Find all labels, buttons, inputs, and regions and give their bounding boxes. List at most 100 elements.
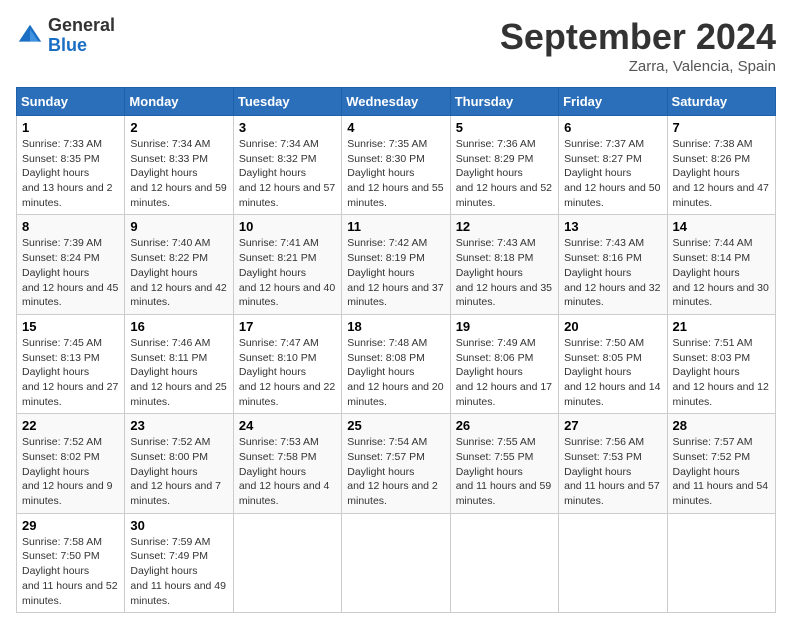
table-row: 21 Sunrise: 7:51 AMSunset: 8:03 PMDayligh… (667, 314, 775, 413)
day-info: Sunrise: 7:51 AMSunset: 8:03 PMDaylight … (673, 336, 770, 409)
month-title: September 2024 (500, 16, 776, 58)
day-number: 1 (22, 120, 119, 135)
day-info: Sunrise: 7:40 AMSunset: 8:22 PMDaylight … (130, 236, 227, 309)
table-row: 16Sunrise: 7:46 AMSunset: 8:11 PMDayligh… (125, 314, 233, 413)
table-row: 24 Sunrise: 7:53 AMSunset: 7:58 PMDayligh… (233, 414, 341, 513)
day-info: Sunrise: 7:39 AMSunset: 8:24 PMDaylight … (22, 236, 119, 309)
day-info: Sunrise: 7:43 AMSunset: 8:16 PMDaylight … (564, 236, 661, 309)
table-row (450, 513, 558, 612)
table-row: 18 Sunrise: 7:48 AMSunset: 8:08 PMDayligh… (342, 314, 450, 413)
day-number: 18 (347, 319, 444, 334)
day-number: 24 (239, 418, 336, 433)
calendar-table: Sunday Monday Tuesday Wednesday Thursday… (16, 87, 776, 613)
day-info: Sunrise: 7:50 AMSunset: 8:05 PMDaylight … (564, 336, 661, 409)
table-row: 23 Sunrise: 7:52 AMSunset: 8:00 PMDayligh… (125, 414, 233, 513)
title-section: September 2024 Zarra, Valencia, Spain (500, 16, 776, 75)
day-info: Sunrise: 7:58 AMSunset: 7:50 PMDaylight … (22, 535, 119, 608)
col-saturday: Saturday (667, 88, 775, 116)
col-monday: Monday (125, 88, 233, 116)
table-row: 6Sunrise: 7:37 AMSunset: 8:27 PMDaylight… (559, 116, 667, 215)
day-info: Sunrise: 7:34 AMSunset: 8:33 PMDaylight … (130, 137, 227, 210)
day-number: 5 (456, 120, 553, 135)
day-number: 25 (347, 418, 444, 433)
table-row: 26 Sunrise: 7:55 AMSunset: 7:55 PMDayligh… (450, 414, 558, 513)
day-info: Sunrise: 7:49 AMSunset: 8:06 PMDaylight … (456, 336, 553, 409)
day-info: Sunrise: 7:52 AMSunset: 8:00 PMDaylight … (130, 435, 227, 508)
day-info: Sunrise: 7:55 AMSunset: 7:55 PMDaylight … (456, 435, 553, 508)
day-info: Sunrise: 7:46 AMSunset: 8:11 PMDaylight … (130, 336, 227, 409)
day-info: Sunrise: 7:57 AMSunset: 7:52 PMDaylight … (673, 435, 770, 508)
day-number: 17 (239, 319, 336, 334)
col-wednesday: Wednesday (342, 88, 450, 116)
day-number: 11 (347, 219, 444, 234)
table-row (233, 513, 341, 612)
logo-general: General (48, 16, 115, 36)
day-number: 26 (456, 418, 553, 433)
table-row: 5 Sunrise: 7:36 AMSunset: 8:29 PMDaylight… (450, 116, 558, 215)
day-number: 10 (239, 219, 336, 234)
day-number: 13 (564, 219, 661, 234)
day-number: 12 (456, 219, 553, 234)
day-number: 9 (130, 219, 227, 234)
day-info: Sunrise: 7:42 AMSunset: 8:19 PMDaylight … (347, 236, 444, 309)
day-number: 21 (673, 319, 770, 334)
table-row: 25 Sunrise: 7:54 AMSunset: 7:57 PMDayligh… (342, 414, 450, 513)
table-row: 4Sunrise: 7:35 AMSunset: 8:30 PMDaylight… (342, 116, 450, 215)
table-row: 12 Sunrise: 7:43 AMSunset: 8:18 PMDayligh… (450, 215, 558, 314)
table-row: 13 Sunrise: 7:43 AMSunset: 8:16 PMDayligh… (559, 215, 667, 314)
calendar-week-row: 15 Sunrise: 7:45 AMSunset: 8:13 PMDayligh… (17, 314, 776, 413)
calendar-week-row: 8Sunrise: 7:39 AMSunset: 8:24 PMDaylight… (17, 215, 776, 314)
day-info: Sunrise: 7:36 AMSunset: 8:29 PMDaylight … (456, 137, 553, 210)
day-info: Sunrise: 7:44 AMSunset: 8:14 PMDaylight … (673, 236, 770, 309)
logo-blue: Blue (48, 36, 115, 56)
day-number: 30 (130, 518, 227, 533)
day-info: Sunrise: 7:41 AMSunset: 8:21 PMDaylight … (239, 236, 336, 309)
day-info: Sunrise: 7:54 AMSunset: 7:57 PMDaylight … (347, 435, 444, 508)
calendar-week-row: 22Sunrise: 7:52 AMSunset: 8:02 PMDayligh… (17, 414, 776, 513)
col-tuesday: Tuesday (233, 88, 341, 116)
table-row: 1 Sunrise: 7:33 AMSunset: 8:35 PMDaylight… (17, 116, 125, 215)
table-row: 20Sunrise: 7:50 AMSunset: 8:05 PMDayligh… (559, 314, 667, 413)
day-info: Sunrise: 7:53 AMSunset: 7:58 PMDaylight … (239, 435, 336, 508)
table-row: 10 Sunrise: 7:41 AMSunset: 8:21 PMDayligh… (233, 215, 341, 314)
table-row: 15 Sunrise: 7:45 AMSunset: 8:13 PMDayligh… (17, 314, 125, 413)
table-row: 27 Sunrise: 7:56 AMSunset: 7:53 PMDayligh… (559, 414, 667, 513)
col-thursday: Thursday (450, 88, 558, 116)
table-row: 30Sunrise: 7:59 AMSunset: 7:49 PMDayligh… (125, 513, 233, 612)
table-row: 9 Sunrise: 7:40 AMSunset: 8:22 PMDaylight… (125, 215, 233, 314)
table-row: 19 Sunrise: 7:49 AMSunset: 8:06 PMDayligh… (450, 314, 558, 413)
day-info: Sunrise: 7:33 AMSunset: 8:35 PMDaylight … (22, 137, 119, 210)
table-row: 29Sunrise: 7:58 AMSunset: 7:50 PMDayligh… (17, 513, 125, 612)
table-row: 28Sunrise: 7:57 AMSunset: 7:52 PMDayligh… (667, 414, 775, 513)
calendar-header-row: Sunday Monday Tuesday Wednesday Thursday… (17, 88, 776, 116)
day-number: 3 (239, 120, 336, 135)
day-info: Sunrise: 7:37 AMSunset: 8:27 PMDaylight … (564, 137, 661, 210)
day-number: 2 (130, 120, 227, 135)
logo-text: General Blue (48, 16, 115, 56)
day-info: Sunrise: 7:56 AMSunset: 7:53 PMDaylight … (564, 435, 661, 508)
day-info: Sunrise: 7:34 AMSunset: 8:32 PMDaylight … (239, 137, 336, 210)
table-row: 22Sunrise: 7:52 AMSunset: 8:02 PMDayligh… (17, 414, 125, 513)
table-row: 7Sunrise: 7:38 AMSunset: 8:26 PMDaylight… (667, 116, 775, 215)
logo: General Blue (16, 16, 115, 56)
table-row: 11 Sunrise: 7:42 AMSunset: 8:19 PMDayligh… (342, 215, 450, 314)
table-row: 14Sunrise: 7:44 AMSunset: 8:14 PMDayligh… (667, 215, 775, 314)
table-row: 2 Sunrise: 7:34 AMSunset: 8:33 PMDaylight… (125, 116, 233, 215)
logo-icon (16, 22, 44, 50)
day-number: 15 (22, 319, 119, 334)
day-info: Sunrise: 7:35 AMSunset: 8:30 PMDaylight … (347, 137, 444, 210)
day-info: Sunrise: 7:45 AMSunset: 8:13 PMDaylight … (22, 336, 119, 409)
calendar-week-row: 29Sunrise: 7:58 AMSunset: 7:50 PMDayligh… (17, 513, 776, 612)
col-friday: Friday (559, 88, 667, 116)
table-row: 17Sunrise: 7:47 AMSunset: 8:10 PMDayligh… (233, 314, 341, 413)
table-row (667, 513, 775, 612)
day-number: 27 (564, 418, 661, 433)
table-row: 8Sunrise: 7:39 AMSunset: 8:24 PMDaylight… (17, 215, 125, 314)
calendar-week-row: 1 Sunrise: 7:33 AMSunset: 8:35 PMDaylight… (17, 116, 776, 215)
day-info: Sunrise: 7:48 AMSunset: 8:08 PMDaylight … (347, 336, 444, 409)
day-number: 19 (456, 319, 553, 334)
table-row: 3 Sunrise: 7:34 AMSunset: 8:32 PMDaylight… (233, 116, 341, 215)
page-header: General Blue September 2024 Zarra, Valen… (16, 16, 776, 75)
day-info: Sunrise: 7:43 AMSunset: 8:18 PMDaylight … (456, 236, 553, 309)
day-number: 23 (130, 418, 227, 433)
